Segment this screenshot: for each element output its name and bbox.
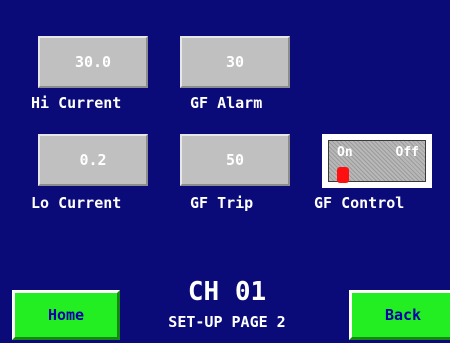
back-button[interactable]: Back	[349, 290, 450, 340]
channel-title: CH 01	[187, 277, 267, 307]
hi-current-input[interactable]: 30.0	[38, 36, 148, 88]
lo-current-label: Lo Current	[31, 194, 122, 212]
gf-trip-input[interactable]: 50	[180, 134, 290, 186]
toggle-indicator-on	[337, 167, 349, 183]
hmi-screen: 30.0 Hi Current 30 GF Alarm 0.2 Lo Curre…	[0, 0, 450, 343]
page-title: SET-UP PAGE 2	[168, 313, 286, 331]
gf-control-toggle[interactable]: On Off	[322, 134, 432, 188]
gf-trip-label: GF Trip	[190, 194, 254, 212]
home-button[interactable]: Home	[12, 290, 120, 340]
gf-alarm-label: GF Alarm	[190, 94, 263, 112]
toggle-off-label: Off	[395, 145, 419, 160]
toggle-track: On Off	[328, 140, 426, 183]
lo-current-input[interactable]: 0.2	[38, 134, 148, 186]
gf-alarm-input[interactable]: 30	[180, 36, 290, 88]
toggle-on-label: On	[337, 145, 353, 160]
hi-current-label: Hi Current	[31, 94, 122, 112]
gf-control-label: GF Control	[314, 194, 405, 212]
